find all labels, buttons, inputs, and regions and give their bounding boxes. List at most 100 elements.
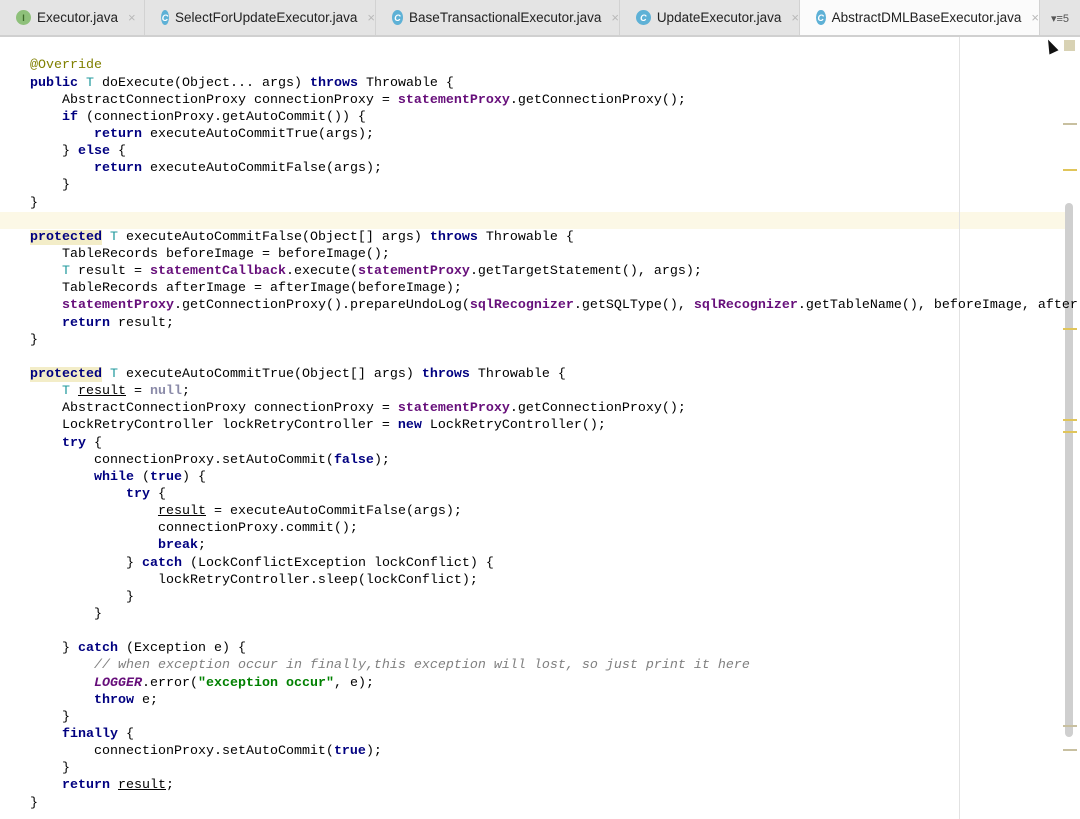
inspection-status-icon[interactable]: [1064, 40, 1075, 51]
tab-overflow-button[interactable]: ▾≡5: [1042, 8, 1078, 28]
code-line: }: [30, 589, 134, 606]
code-token: LOGGER: [94, 675, 142, 691]
code-token: .getConnectionProxy();: [509, 401, 686, 417]
editor-tab-bar: I Executor.java × C SelectForUpdateExecutor.…: [0, 0, 1080, 37]
right-margin-guide: [959, 37, 960, 819]
code-token: true: [333, 744, 366, 760]
code-line: AbstractConnectionProxy connectionProxy …: [30, 400, 686, 417]
code-line: }: [30, 795, 38, 812]
tab-label: SelectForUpdateExecutor.java: [175, 10, 358, 25]
code-token: }: [30, 555, 142, 571]
code-token: return: [62, 315, 110, 331]
code-token: , e);: [333, 675, 374, 691]
error-stripe-mark[interactable]: [1063, 431, 1077, 433]
error-stripe-mark[interactable]: [1063, 725, 1077, 727]
code-token: sqlRecognizer: [693, 298, 798, 314]
code-line: }: [30, 37, 38, 40]
code-token: = executeAutoCommitFalse(args);: [205, 504, 462, 520]
code-line: statementProxy.getConnectionProxy().prep…: [30, 297, 1078, 314]
code-token: connectionProxy.setAutoCommit(: [30, 744, 334, 760]
close-tab-icon[interactable]: ×: [367, 10, 375, 25]
close-tab-icon[interactable]: ×: [791, 10, 799, 25]
class-file-icon: C: [816, 10, 826, 25]
close-tab-icon[interactable]: ×: [611, 10, 619, 25]
error-stripe-mark[interactable]: [1063, 123, 1077, 125]
code-token: break: [157, 538, 198, 554]
code-line: return result;: [30, 777, 174, 794]
code-token: .getTargetStatement(), args);: [469, 264, 702, 280]
tab-executor[interactable]: I Executor.java ×: [0, 0, 145, 35]
code-line: T result = null;: [30, 383, 190, 400]
code-token: e;: [134, 692, 158, 708]
close-tab-icon[interactable]: ×: [128, 10, 136, 25]
tab-basetransactionalexecutor[interactable]: C BaseTransactionalExecutor.java ×: [376, 0, 620, 35]
code-token: executeAutoCommitTrue(Object[] args): [117, 367, 422, 382]
code-line: }: [30, 195, 38, 212]
code-line: return executeAutoCommitTrue(args);: [30, 126, 374, 143]
close-tab-icon[interactable]: ×: [1031, 10, 1039, 25]
error-stripe-mark[interactable]: [1063, 419, 1077, 421]
code-line: }: [30, 332, 38, 349]
code-token: throws: [309, 75, 358, 91]
code-token: .getConnectionProxy();: [509, 92, 686, 108]
tab-selectforupdateexecutor[interactable]: C SelectForUpdateExecutor.java ×: [145, 0, 376, 35]
code-token: new: [397, 418, 422, 434]
code-token: {: [86, 435, 102, 451]
code-line: }: [30, 177, 70, 194]
class-file-icon: C: [392, 10, 404, 25]
code-token: T: [109, 367, 118, 382]
code-line: LockRetryController lockRetryController …: [30, 417, 606, 434]
code-token: T: [62, 384, 70, 400]
code-token: catch: [78, 641, 118, 657]
tab-label: Executor.java: [37, 10, 119, 25]
code-token: .getTableName(), beforeImage, after: [797, 298, 1078, 314]
code-token: lockRetryController.sleep(lockConflict);: [30, 572, 478, 588]
code-token: AbstractConnectionProxy connectionProxy …: [30, 401, 398, 417]
code-token: statementProxy: [397, 401, 510, 417]
code-token: return: [94, 161, 142, 177]
code-line: } else {: [30, 143, 126, 160]
code-line: lockRetryController.sleep(lockConflict);: [30, 572, 478, 589]
error-stripe-mark[interactable]: [1063, 169, 1077, 171]
code-token: }: [30, 144, 78, 160]
tab-updateexecutor[interactable]: C UpdateExecutor.java ×: [620, 0, 800, 35]
code-line: throw e;: [30, 692, 158, 709]
code-line: @Override: [30, 57, 102, 74]
interface-file-icon: I: [16, 10, 31, 25]
code-line: // when exception occur in finally,this …: [30, 657, 750, 674]
code-token: executeAutoCommitTrue(args);: [142, 127, 374, 143]
error-stripe-mark[interactable]: [1063, 328, 1077, 330]
vertical-scrollbar[interactable]: [1065, 203, 1073, 737]
code-line: connectionProxy.setAutoCommit(false);: [30, 452, 390, 469]
code-token: else: [78, 144, 110, 160]
error-stripe-mark[interactable]: [1063, 749, 1077, 751]
code-token: if: [62, 109, 78, 125]
code-line: return executeAutoCommitFalse(args);: [30, 160, 382, 177]
code-token: catch: [141, 555, 182, 571]
tab-abstractdmlbaseexecutor[interactable]: C AbstractDMLBaseExecutor.java ×: [800, 0, 1040, 35]
code-token: throws: [429, 229, 478, 245]
code-token: ;: [166, 778, 174, 794]
code-token: statementProxy: [397, 92, 510, 108]
code-token: executeAutoCommitFalse(args);: [142, 161, 382, 177]
code-token: @Override: [30, 58, 102, 74]
code-token: throw: [94, 692, 134, 708]
code-token: doExecute(Object... args): [94, 75, 310, 91]
code-token: T: [109, 229, 118, 245]
code-token: );: [373, 452, 390, 468]
code-token: TableRecords beforeImage = beforeImage()…: [30, 247, 390, 263]
code-editor[interactable]: } @Overridepublic T doExecute(Object... a…: [0, 37, 1080, 819]
code-line: try {: [30, 435, 102, 452]
code-token: }: [30, 641, 78, 657]
code-token: {: [149, 486, 166, 502]
code-token: TableRecords afterImage = afterImage(bef…: [30, 281, 462, 297]
code-token: return: [62, 778, 110, 794]
